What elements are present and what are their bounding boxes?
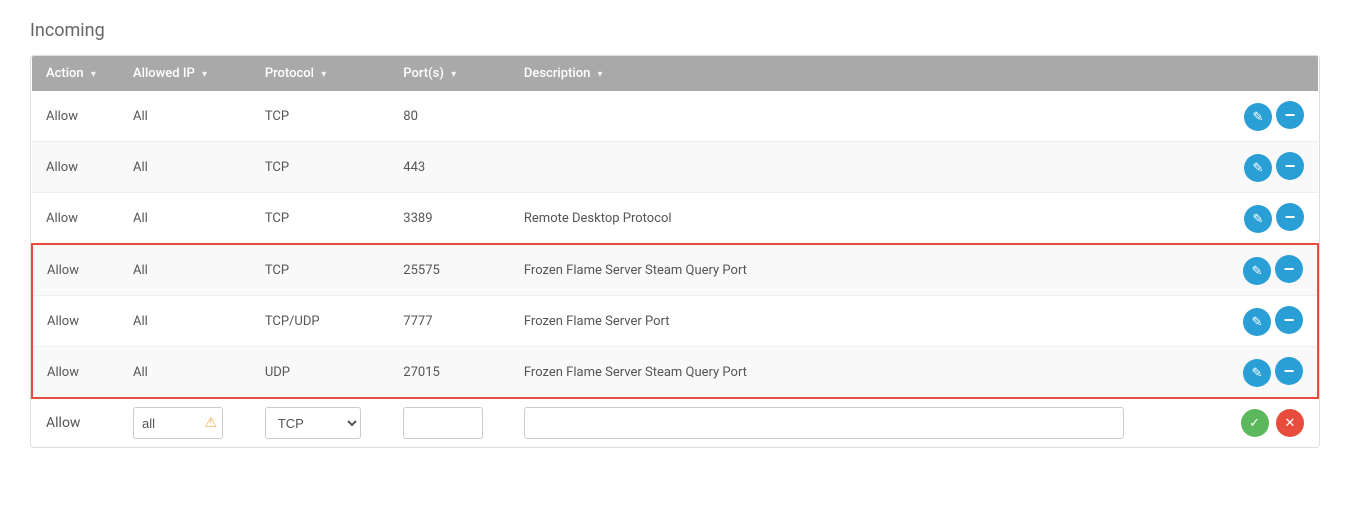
edit-rule-button[interactable]: ✎: [1243, 257, 1271, 285]
add-row-actions: ✓ ✕: [1211, 398, 1318, 447]
remove-rule-button[interactable]: −: [1275, 357, 1303, 385]
sort-desc-icon: ▾: [598, 69, 603, 80]
table-body: AllowAllTCP80✎−AllowAllTCP443✎−AllowAllT…: [32, 91, 1318, 398]
table-row: AllowAllTCP443 ✎−: [32, 142, 1318, 193]
col-action[interactable]: Action ▾: [32, 56, 119, 91]
edit-rule-button[interactable]: ✎: [1243, 359, 1271, 387]
protocol-cell: TCP/UDP: [251, 296, 389, 347]
confirm-add-button[interactable]: ✓: [1241, 409, 1269, 437]
add-protocol-cell: TCP UDP TCP/UDP: [251, 398, 389, 447]
remove-rule-button[interactable]: −: [1276, 203, 1304, 231]
protocol-cell: TCP: [251, 193, 389, 245]
action-cell: Allow: [32, 296, 119, 347]
remove-rule-button[interactable]: −: [1275, 306, 1303, 334]
allowed-ip-cell: All: [119, 142, 251, 193]
row-actions-cell: ✎−: [1211, 91, 1318, 142]
allowed-ip-cell: All: [119, 296, 251, 347]
row-actions-cell: ✎−: [1211, 193, 1318, 245]
sort-ports-icon: ▾: [451, 69, 456, 80]
sort-protocol-icon: ▾: [321, 69, 326, 80]
description-cell: Remote Desktop Protocol: [510, 193, 1211, 245]
section-title: Incoming: [30, 20, 1320, 41]
protocol-cell: TCP: [251, 91, 389, 142]
col-actions-header: [1211, 56, 1318, 91]
description-cell: [510, 142, 1211, 193]
firewall-table: Action ▾ Allowed IP ▾ Protocol ▾ Port(s)…: [30, 55, 1320, 448]
allowed-ip-cell: All: [119, 91, 251, 142]
add-ip-cell: ⚠: [119, 398, 251, 447]
action-cell: Allow: [32, 91, 119, 142]
table-row: AllowAllTCP/UDP7777Frozen Flame Server P…: [32, 296, 1318, 347]
add-action-cell: Allow: [32, 398, 119, 447]
action-cell: Allow: [32, 193, 119, 245]
edit-rule-button[interactable]: ✎: [1244, 154, 1272, 182]
protocol-cell: TCP: [251, 142, 389, 193]
add-description-input[interactable]: [524, 407, 1124, 439]
allowed-ip-cell: All: [119, 193, 251, 245]
ports-cell: 25575: [389, 244, 510, 296]
allowed-ip-cell: All: [119, 244, 251, 296]
protocol-cell: TCP: [251, 244, 389, 296]
col-ports[interactable]: Port(s) ▾: [389, 56, 510, 91]
action-cell: Allow: [32, 142, 119, 193]
ip-input-wrapper: ⚠: [133, 407, 223, 439]
row-actions-cell: ✎−: [1211, 347, 1318, 399]
add-row-footer: Allow ⚠ TCP UDP TCP/UDP: [32, 398, 1318, 447]
cancel-add-button[interactable]: ✕: [1276, 409, 1304, 437]
action-cell: Allow: [32, 244, 119, 296]
allowed-ip-cell: All: [119, 347, 251, 399]
ports-cell: 3389: [389, 193, 510, 245]
col-allowed-ip[interactable]: Allowed IP ▾: [119, 56, 251, 91]
action-cell: Allow: [32, 347, 119, 399]
protocol-cell: UDP: [251, 347, 389, 399]
row-actions-cell: ✎−: [1211, 142, 1318, 193]
add-action-label: Allow: [46, 415, 80, 431]
edit-rule-button[interactable]: ✎: [1243, 308, 1271, 336]
table-row: AllowAllTCP25575Frozen Flame Server Stea…: [32, 244, 1318, 296]
add-description-cell: [510, 398, 1211, 447]
ports-cell: 7777: [389, 296, 510, 347]
edit-rule-button[interactable]: ✎: [1244, 103, 1272, 131]
add-port-cell: [389, 398, 510, 447]
edit-rule-button[interactable]: ✎: [1244, 205, 1272, 233]
description-cell: Frozen Flame Server Port: [510, 296, 1211, 347]
ports-cell: 443: [389, 142, 510, 193]
row-actions-cell: ✎−: [1211, 244, 1318, 296]
col-description[interactable]: Description ▾: [510, 56, 1211, 91]
ports-cell: 27015: [389, 347, 510, 399]
table-row: AllowAllTCP80 ✎−: [32, 91, 1318, 142]
description-cell: Frozen Flame Server Steam Query Port: [510, 244, 1211, 296]
add-port-input[interactable]: [403, 407, 483, 439]
remove-rule-button[interactable]: −: [1276, 101, 1304, 129]
add-protocol-select[interactable]: TCP UDP TCP/UDP: [265, 407, 361, 439]
table-header: Action ▾ Allowed IP ▾ Protocol ▾ Port(s)…: [32, 56, 1318, 91]
add-rule-row: Allow ⚠ TCP UDP TCP/UDP: [32, 398, 1318, 447]
ports-cell: 80: [389, 91, 510, 142]
row-actions-cell: ✎−: [1211, 296, 1318, 347]
sort-action-icon: ▾: [91, 69, 96, 80]
warning-icon: ⚠: [204, 415, 217, 431]
remove-rule-button[interactable]: −: [1275, 255, 1303, 283]
sort-ip-icon: ▾: [202, 69, 207, 80]
col-protocol[interactable]: Protocol ▾: [251, 56, 389, 91]
table-row: AllowAllUDP27015Frozen Flame Server Stea…: [32, 347, 1318, 399]
description-cell: [510, 91, 1211, 142]
table-row: AllowAllTCP3389Remote Desktop Protocol✎−: [32, 193, 1318, 245]
description-cell: Frozen Flame Server Steam Query Port: [510, 347, 1211, 399]
remove-rule-button[interactable]: −: [1276, 152, 1304, 180]
